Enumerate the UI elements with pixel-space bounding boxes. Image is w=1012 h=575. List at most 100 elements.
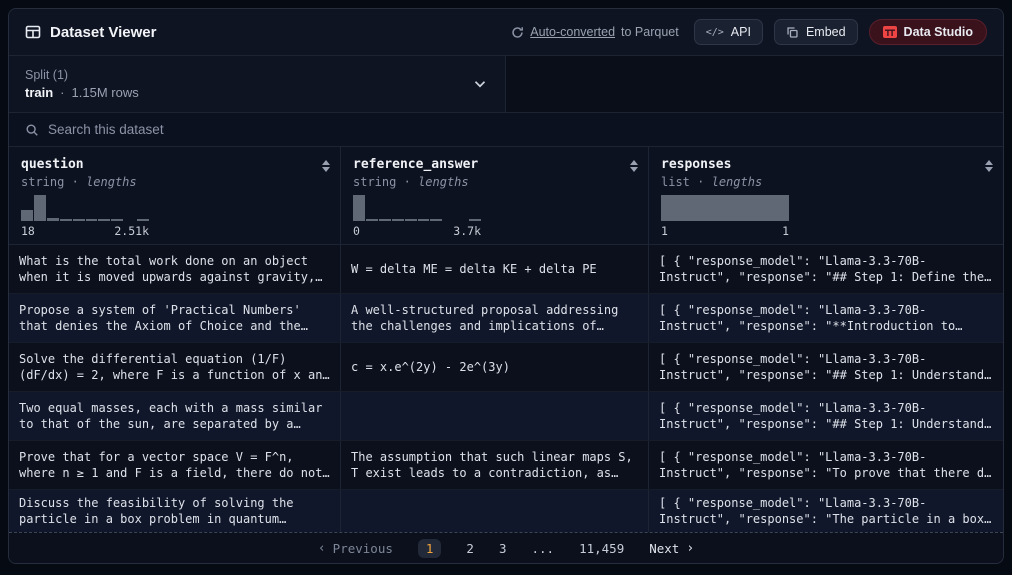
cell-responses[interactable]: [ { "response_model": "Llama-3.3-70B-Ins… [649, 490, 1003, 532]
cell-reference-answer[interactable]: The assumption that such linear maps S, … [341, 441, 649, 489]
hist-max-label: 1 [782, 224, 789, 238]
previous-button[interactable]: ‹ Previous [318, 541, 393, 556]
page-title: Dataset Viewer [50, 24, 156, 41]
auto-converted-rest: to Parquet [621, 25, 679, 39]
split-selector[interactable]: Split (1) train · 1.15M rows [9, 56, 506, 112]
code-icon: </> [706, 27, 724, 38]
hist-bar[interactable] [60, 219, 72, 221]
chevron-right-icon: › [686, 541, 694, 556]
refresh-icon [511, 26, 524, 39]
hist-bar[interactable] [469, 219, 481, 221]
column-header-row: question string · lengths 18 2.51k refer… [9, 147, 1003, 245]
table-row: Propose a system of 'Practical Numbers' … [9, 294, 1003, 343]
dataset-viewer-card: Dataset Viewer Auto-converted to Parquet… [8, 8, 1004, 564]
data-studio-button[interactable]: Data Studio [869, 19, 987, 45]
embed-button[interactable]: Embed [774, 19, 858, 45]
hist-max-label: 3.7k [453, 224, 481, 238]
cell-responses[interactable]: [ { "response_model": "Llama-3.3-70B-Ins… [649, 343, 1003, 391]
table-row: What is the total work done on an object… [9, 245, 1003, 294]
hist-bar[interactable] [661, 195, 789, 221]
split-row-spacer [506, 56, 1003, 112]
cell-responses[interactable]: [ { "response_model": "Llama-3.3-70B-Ins… [649, 392, 1003, 440]
cell-question[interactable]: Two equal masses, each with a mass simil… [9, 392, 341, 440]
cell-question[interactable]: Prove that for a vector space V = F^n, w… [9, 441, 341, 489]
table-icon [25, 24, 41, 40]
auto-converted-link[interactable]: Auto-converted [530, 25, 615, 39]
sort-button[interactable] [985, 157, 993, 189]
data-studio-button-label: Data Studio [904, 25, 973, 39]
split-count-label: Split (1) [25, 68, 139, 82]
split-name: train [25, 85, 53, 100]
hist-bar[interactable] [379, 219, 391, 221]
topbar: Dataset Viewer Auto-converted to Parquet… [9, 9, 1003, 56]
column-name: reference_answer [353, 157, 478, 172]
split-row: Split (1) train · 1.15M rows [9, 56, 1003, 113]
hist-max-label: 2.51k [114, 224, 149, 238]
page-button-1[interactable]: 1 [418, 539, 442, 558]
hist-bar[interactable] [430, 219, 442, 221]
page-ellipsis: ... [531, 541, 554, 556]
previous-button-label: Previous [333, 541, 393, 556]
sort-button[interactable] [630, 157, 638, 189]
chevron-left-icon: ‹ [318, 541, 326, 556]
hist-bar[interactable] [392, 219, 404, 221]
hist-bar[interactable] [111, 219, 123, 221]
hist-bar[interactable] [137, 219, 149, 221]
hist-min-label: 18 [21, 224, 35, 238]
table-row: Prove that for a vector space V = F^n, w… [9, 441, 1003, 490]
cell-reference-answer[interactable]: A well-structured proposal addressing th… [341, 294, 649, 342]
hist-bar[interactable] [418, 219, 430, 221]
cell-question[interactable]: Discuss the feasibility of solving the p… [9, 490, 341, 532]
cell-responses[interactable]: [ { "response_model": "Llama-3.3-70B-Ins… [649, 441, 1003, 489]
split-row-count: 1.15M rows [72, 85, 139, 100]
embed-button-label: Embed [806, 25, 846, 39]
hist-bar[interactable] [353, 195, 365, 221]
api-button-label: API [731, 25, 751, 39]
api-button[interactable]: </> API [694, 19, 763, 45]
cell-reference-answer[interactable] [341, 392, 649, 440]
cell-question[interactable]: What is the total work done on an object… [9, 245, 341, 293]
cell-question[interactable]: Propose a system of 'Practical Numbers' … [9, 294, 341, 342]
column-type: list · lengths [661, 175, 762, 189]
page-button-3[interactable]: 3 [499, 541, 507, 556]
cell-reference-answer[interactable]: W = delta ME = delta KE + delta PE [341, 245, 649, 293]
pagination: ‹ Previous 1 2 3 ... 11,459 Next › [9, 532, 1003, 563]
hist-bar[interactable] [366, 219, 378, 221]
column-name: question [21, 157, 137, 172]
column-header-reference-answer: reference_answer string · lengths 0 3.7k [341, 147, 649, 244]
next-button-label: Next [649, 541, 679, 556]
length-histogram [21, 195, 149, 221]
chevron-down-icon [471, 75, 489, 93]
auto-converted-note: Auto-converted to Parquet [511, 25, 678, 39]
sort-button[interactable] [322, 157, 330, 189]
search-bar [9, 113, 1003, 147]
hist-bar[interactable] [47, 218, 59, 221]
table-row: Discuss the feasibility of solving the p… [9, 490, 1003, 532]
hist-bar[interactable] [86, 219, 98, 221]
hist-min-label: 1 [661, 224, 668, 238]
hist-bar[interactable] [405, 219, 417, 221]
hist-bar[interactable] [98, 219, 110, 221]
hist-bar[interactable] [21, 210, 33, 221]
table-row: Solve the differential equation (1/F) (d… [9, 343, 1003, 392]
search-input[interactable] [48, 122, 987, 137]
cell-reference-answer[interactable] [341, 490, 649, 532]
next-button[interactable]: Next › [649, 541, 694, 556]
dot-separator: · [60, 85, 64, 100]
column-header-responses: responses list · lengths 1 1 [649, 147, 1003, 244]
column-header-question: question string · lengths 18 2.51k [9, 147, 341, 244]
hist-bar[interactable] [73, 219, 85, 221]
page-button-2[interactable]: 2 [466, 541, 474, 556]
cell-question[interactable]: Solve the differential equation (1/F) (d… [9, 343, 341, 391]
search-icon [25, 123, 39, 137]
copy-icon [786, 26, 799, 39]
column-type: string · lengths [21, 175, 137, 189]
hist-bar[interactable] [34, 195, 46, 221]
page-button-last[interactable]: 11,459 [579, 541, 624, 556]
cell-responses[interactable]: [ { "response_model": "Llama-3.3-70B-Ins… [649, 245, 1003, 293]
table-row: Two equal masses, each with a mass simil… [9, 392, 1003, 441]
cell-reference-answer[interactable]: c = x.e^(2y) - 2e^(3y) [341, 343, 649, 391]
cell-responses[interactable]: [ { "response_model": "Llama-3.3-70B-Ins… [649, 294, 1003, 342]
column-name: responses [661, 157, 762, 172]
length-histogram [661, 195, 789, 221]
